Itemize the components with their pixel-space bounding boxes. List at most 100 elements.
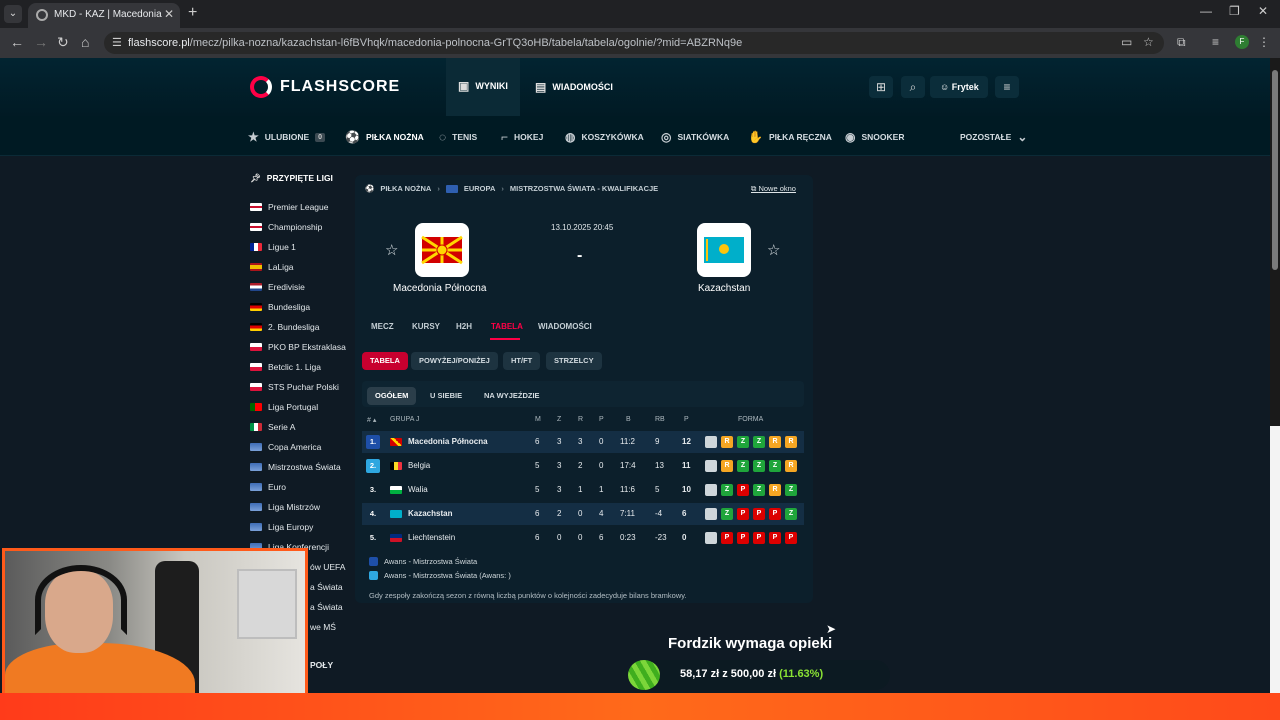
sidebar-league-item[interactable]: 2. Bundesliga bbox=[250, 321, 320, 333]
away-team-logo[interactable] bbox=[697, 223, 751, 277]
header-goals[interactable]: B bbox=[626, 416, 631, 423]
breadcrumb-region[interactable]: EUROPA bbox=[464, 184, 496, 193]
bookmark-star-icon[interactable]: ☆ bbox=[1143, 35, 1154, 49]
restore-icon[interactable]: ❐ bbox=[1229, 4, 1240, 18]
sport-basketball[interactable]: ◍ KOSZYKÓWKA bbox=[565, 130, 644, 144]
form-result-badge[interactable]: Z bbox=[769, 460, 781, 472]
form-next-match[interactable] bbox=[705, 460, 717, 472]
gift-icon[interactable]: ⊞ bbox=[869, 76, 893, 98]
form-result-badge[interactable]: P bbox=[769, 532, 781, 544]
minimize-icon[interactable]: — bbox=[1200, 4, 1212, 18]
header-points[interactable]: P bbox=[684, 416, 689, 423]
form-result-badge[interactable]: R bbox=[721, 460, 733, 472]
form-result-badge[interactable]: R bbox=[785, 436, 797, 448]
breadcrumb-sport[interactable]: PIŁKA NOŻNA bbox=[380, 184, 431, 193]
home-icon[interactable]: ⌂ bbox=[81, 34, 89, 50]
table-row[interactable]: 5. Liechtenstein 6 0 0 6 0:23 -23 0 P P P P P bbox=[362, 527, 804, 549]
nav-news[interactable]: ▤ WIADOMOŚCI bbox=[523, 58, 625, 116]
forward-icon[interactable]: → bbox=[34, 34, 48, 50]
site-info-icon[interactable]: ☰ bbox=[112, 36, 122, 49]
header-rank[interactable]: # ▴ bbox=[367, 416, 376, 424]
menu-kebab-icon[interactable]: ⋮ bbox=[1258, 35, 1270, 49]
header-matches[interactable]: M bbox=[535, 416, 541, 423]
row-team-name[interactable]: Kazachstan bbox=[408, 509, 452, 518]
sport-tennis[interactable]: ◌ TENIS bbox=[439, 130, 477, 144]
sidebar-item-partial[interactable]: ów UEFA bbox=[310, 562, 345, 572]
form-result-badge[interactable]: Z bbox=[753, 460, 765, 472]
table-row[interactable]: 4. Kazachstan 6 2 0 4 7:11 -4 6 Z P P P Z bbox=[362, 503, 804, 525]
row-team-name[interactable]: Liechtenstein bbox=[408, 533, 455, 542]
profile-avatar[interactable]: F bbox=[1235, 35, 1249, 49]
form-result-badge[interactable]: R bbox=[769, 484, 781, 496]
away-team-name[interactable]: Kazachstan bbox=[698, 283, 750, 294]
tab-odds[interactable]: KURSY bbox=[412, 322, 440, 331]
form-result-badge[interactable]: Z bbox=[737, 436, 749, 448]
header-wins[interactable]: Z bbox=[557, 416, 561, 423]
header-losses[interactable]: P bbox=[599, 416, 604, 423]
sidebar-league-item[interactable]: Ligue 1 bbox=[250, 241, 296, 253]
header-draws[interactable]: R bbox=[578, 416, 583, 423]
user-button[interactable]: ☺ Frytek bbox=[930, 76, 988, 98]
subtab-over-under[interactable]: POWYŻEJ/PONIŻEJ bbox=[411, 352, 498, 370]
row-team-name[interactable]: Macedonia Północna bbox=[408, 437, 488, 446]
sidebar-league-item[interactable]: STS Puchar Polski bbox=[250, 381, 339, 393]
nav-results[interactable]: ▣ WYNIKI bbox=[446, 58, 520, 116]
close-tab-icon[interactable]: ✕ bbox=[164, 7, 174, 21]
sport-snooker[interactable]: ◉ SNOOKER bbox=[845, 130, 904, 144]
form-result-badge[interactable]: Z bbox=[785, 484, 797, 496]
filter-overall[interactable]: OGÓŁEM bbox=[367, 387, 417, 405]
subtab-ht-ft[interactable]: HT/FT bbox=[503, 352, 541, 370]
form-result-badge[interactable]: P bbox=[753, 508, 765, 520]
cast-icon[interactable]: ▭ bbox=[1121, 35, 1132, 49]
browser-tab[interactable]: MKD - KAZ | Macedonia Północna ✕ bbox=[28, 3, 180, 28]
form-result-badge[interactable]: Z bbox=[753, 436, 765, 448]
sidebar-league-item[interactable]: Eredivisie bbox=[250, 281, 305, 293]
form-next-match[interactable] bbox=[705, 508, 717, 520]
header-group[interactable]: GRUPA J bbox=[390, 416, 419, 423]
breadcrumb-competition[interactable]: MISTRZOSTWA ŚWIATA - KWALIFIKACJE bbox=[510, 184, 658, 193]
form-next-match[interactable] bbox=[705, 436, 717, 448]
form-result-badge[interactable]: P bbox=[737, 508, 749, 520]
form-result-badge[interactable]: Z bbox=[753, 484, 765, 496]
reload-icon[interactable]: ↻ bbox=[57, 34, 69, 51]
sidebar-item-partial[interactable]: a Świata bbox=[310, 582, 343, 592]
sidebar-league-item[interactable]: Copa America bbox=[250, 441, 321, 453]
table-row[interactable]: 1. Macedonia Północna 6 3 3 0 11:2 9 12 R Z Z R R bbox=[362, 431, 804, 453]
close-window-icon[interactable]: ✕ bbox=[1258, 4, 1268, 18]
header-goal-diff[interactable]: RB bbox=[655, 416, 665, 423]
form-result-badge[interactable]: Z bbox=[721, 484, 733, 496]
form-next-match[interactable] bbox=[705, 484, 717, 496]
tab-match[interactable]: MECZ bbox=[371, 322, 394, 331]
form-result-badge[interactable]: P bbox=[721, 532, 733, 544]
home-team-logo[interactable] bbox=[415, 223, 469, 277]
form-next-match[interactable] bbox=[705, 532, 717, 544]
sidebar-league-item[interactable]: PKO BP Ekstraklasa bbox=[250, 341, 346, 353]
extensions-icon[interactable]: ⧉ bbox=[1177, 35, 1186, 50]
search-icon[interactable]: ⌕ bbox=[901, 76, 925, 98]
subtab-scorers[interactable]: STRZELCY bbox=[546, 352, 602, 370]
sidebar-league-item[interactable]: Mistrzostwa Świata bbox=[250, 461, 341, 473]
sidebar-league-item[interactable]: Premier League bbox=[250, 201, 328, 213]
tab-h2h[interactable]: H2H bbox=[456, 322, 472, 331]
form-result-badge[interactable]: R bbox=[769, 436, 781, 448]
form-result-badge[interactable]: Z bbox=[785, 508, 797, 520]
form-result-badge[interactable]: P bbox=[737, 532, 749, 544]
sidebar-league-item[interactable]: Bundesliga bbox=[250, 301, 310, 313]
tab-search-icon[interactable]: ⌄ bbox=[4, 5, 22, 23]
sport-volleyball[interactable]: ◎ SIATKÓWKA bbox=[661, 130, 729, 144]
back-icon[interactable]: ← bbox=[10, 34, 24, 50]
favourite-home-star-icon[interactable]: ☆ bbox=[385, 241, 398, 259]
form-result-badge[interactable]: P bbox=[753, 532, 765, 544]
reading-list-icon[interactable]: ≡ bbox=[1212, 35, 1219, 49]
filter-away[interactable]: NA WYJEŹDZIE bbox=[476, 387, 548, 405]
new-tab-icon[interactable]: + bbox=[188, 4, 197, 22]
sidebar-league-item[interactable]: Liga Mistrzów bbox=[250, 501, 320, 513]
hamburger-menu-icon[interactable]: ≡ bbox=[995, 76, 1019, 98]
sidebar-league-item[interactable]: Serie A bbox=[250, 421, 295, 433]
sport-hockey[interactable]: ⌐ HOKEJ bbox=[501, 130, 543, 144]
sidebar-league-item[interactable]: Liga Portugal bbox=[250, 401, 318, 413]
sport-football[interactable]: ⚽ PIŁKA NOŻNA bbox=[345, 130, 424, 144]
sport-more[interactable]: POZOSTAŁE ⌄ bbox=[960, 130, 1027, 144]
row-team-name[interactable]: Belgia bbox=[408, 461, 430, 470]
form-result-badge[interactable]: P bbox=[769, 508, 781, 520]
